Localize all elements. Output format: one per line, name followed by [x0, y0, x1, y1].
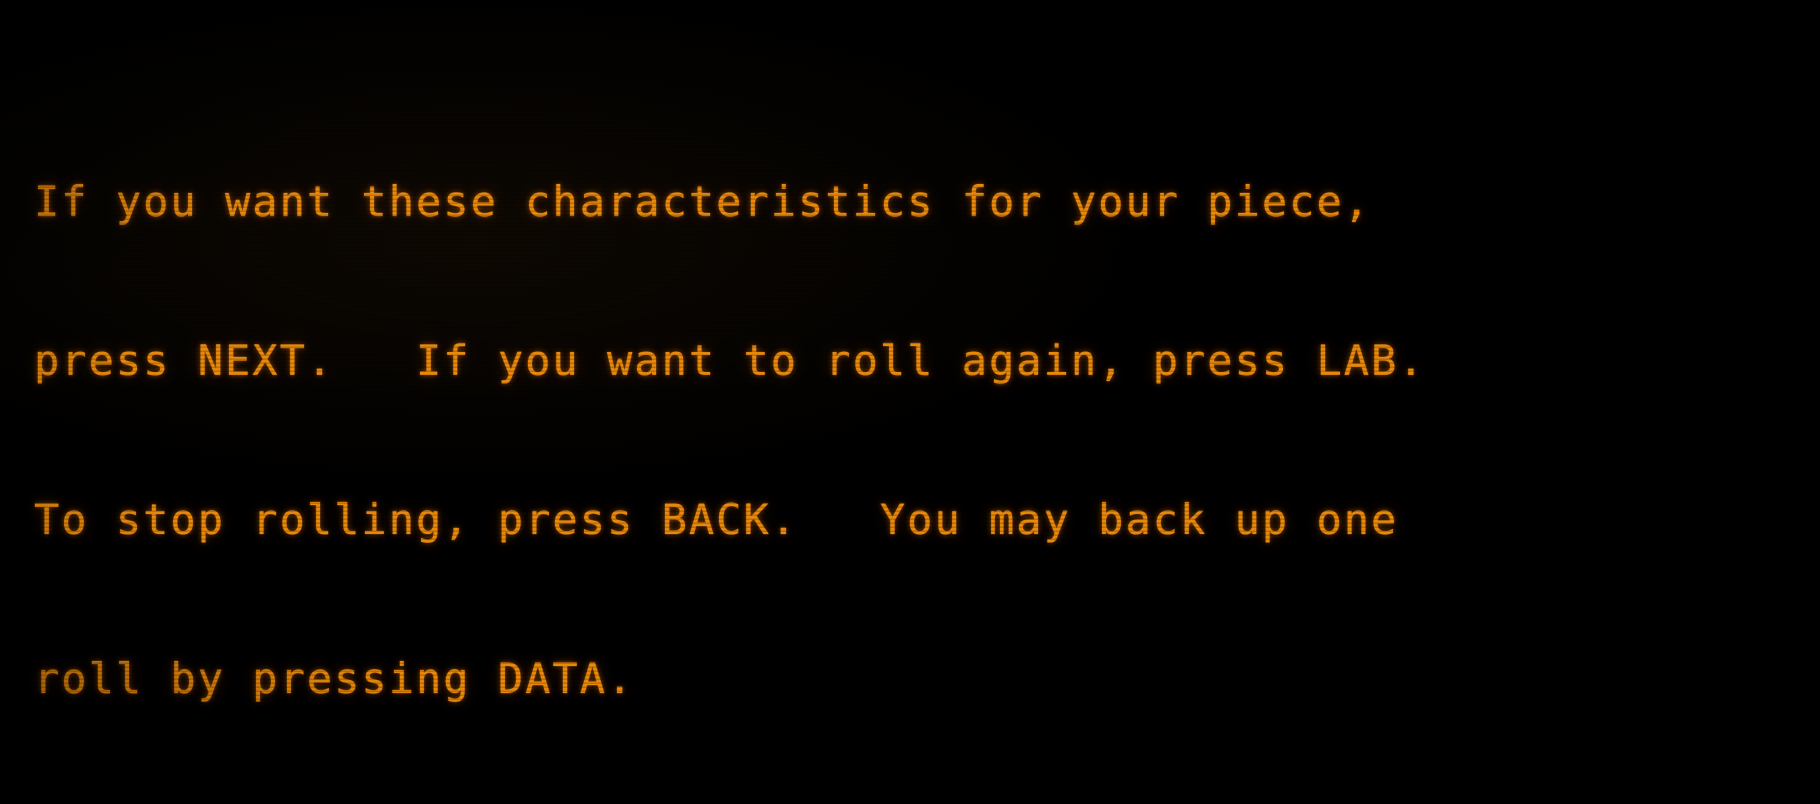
instruction-line-3: To stop rolling, press BACK. You may bac…	[34, 495, 1399, 544]
terminal-text-area: If you want these characteristics for yo…	[0, 0, 1820, 804]
instruction-line-2: press NEXT. If you want to roll again, p…	[34, 336, 1426, 385]
instruction-line-4: roll by pressing DATA.	[34, 654, 635, 703]
instruction-line-1: If you want these characteristics for yo…	[34, 177, 1372, 226]
crt-screen: If you want these characteristics for yo…	[0, 0, 1820, 804]
